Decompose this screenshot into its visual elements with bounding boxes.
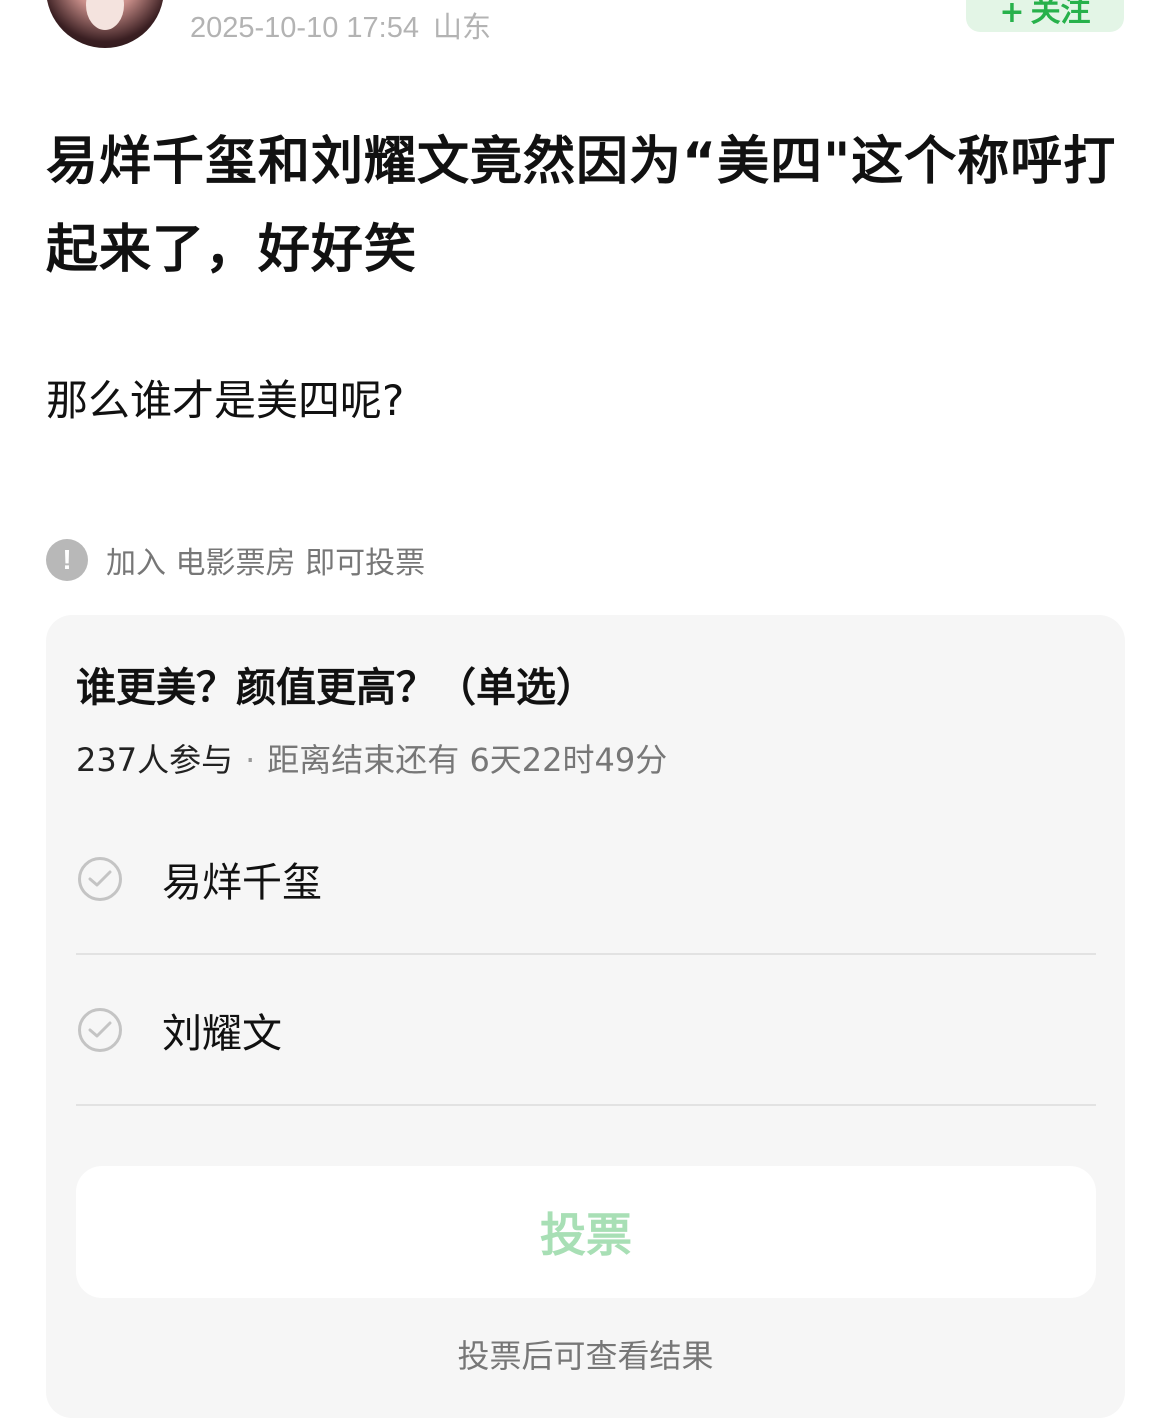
poll-option[interactable]: 刘耀文: [76, 956, 1096, 1106]
poll-stats: 237人参与 · 距离结束还有 6天22时49分: [76, 735, 667, 781]
poll-option-label: 刘耀文: [162, 1011, 282, 1057]
vote-hint: 投票后可查看结果: [457, 1337, 714, 1375]
post-title: 易烊千玺和刘耀文竟然因为“美四"这个称呼打起来了，好好笑: [46, 132, 1117, 280]
post-location: 山东: [432, 12, 491, 44]
check-circle-icon[interactable]: [78, 1008, 122, 1052]
post-meta: 2025-10-10 17:54 山东: [190, 4, 491, 46]
poll-time-left: 距离结束还有 6天22时49分: [267, 741, 668, 779]
follow-button[interactable]: + 关注: [966, 0, 1124, 32]
post-body: 那么谁才是美四呢?: [46, 376, 405, 425]
poll-option[interactable]: 易烊千玺: [76, 805, 1096, 955]
check-circle-icon[interactable]: [78, 857, 122, 901]
vote-button[interactable]: 投票: [76, 1166, 1096, 1298]
post-timestamp: 2025-10-10 17:54: [190, 12, 419, 44]
stats-separator: ·: [245, 741, 256, 779]
poll-participants: 237人参与: [76, 741, 234, 779]
vote-notice[interactable]: ! 加入 电影票房 即可投票: [46, 538, 425, 582]
poll-card: 谁更美？颜值更高？（单选） 237人参与 · 距离结束还有 6天22时49分 易烊千…: [46, 615, 1125, 1418]
avatar[interactable]: [46, 0, 164, 48]
exclamation-icon: !: [46, 539, 88, 581]
avatar-face: [86, 0, 124, 30]
poll-question: 谁更美？颜值更高？（单选）: [76, 665, 596, 711]
plus-icon: +: [999, 0, 1025, 30]
poll-option-label: 易烊千玺: [162, 860, 322, 906]
follow-label: 关注: [1030, 0, 1091, 29]
notice-text: 加入 电影票房 即可投票: [106, 546, 426, 581]
